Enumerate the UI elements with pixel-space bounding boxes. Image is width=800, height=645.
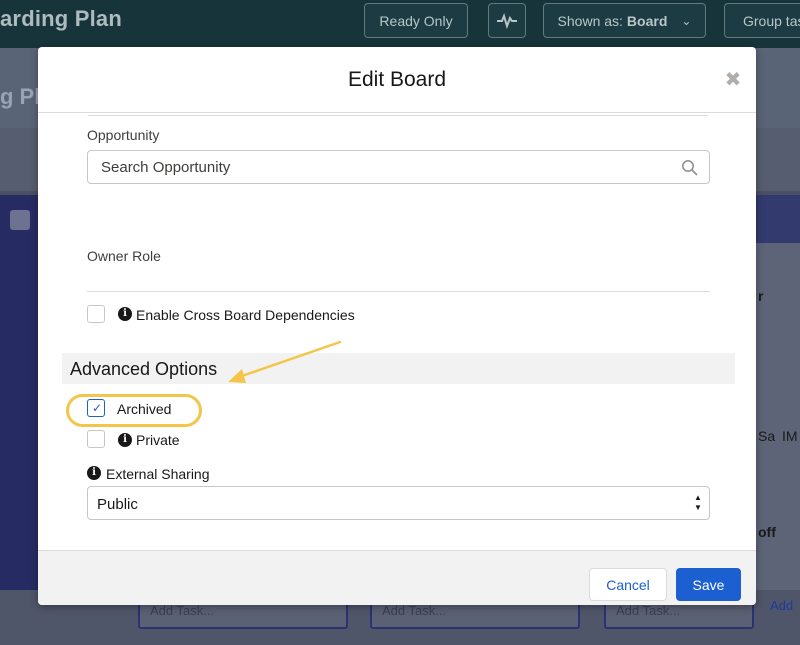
column-text: r <box>758 288 764 304</box>
info-icon[interactable]: i <box>87 466 101 480</box>
save-button[interactable]: Save <box>676 568 741 601</box>
info-icon[interactable]: i <box>118 307 132 321</box>
shown-as-value: Board <box>626 12 668 29</box>
app-header: arding Plan Ready Only Shown as: Board ⌄… <box>0 0 800 48</box>
modal-header: Edit Board ✖ <box>38 47 756 113</box>
group-tasks-button[interactable]: Group tas <box>724 3 800 38</box>
search-icon <box>682 160 698 176</box>
cross-board-label: Enable Cross Board Dependencies <box>136 307 355 323</box>
external-sharing-label: External Sharing <box>106 466 210 482</box>
annotation-arrow-icon <box>228 340 342 383</box>
archived-label: Archived <box>117 401 172 417</box>
add-task-link[interactable]: Add <box>770 598 793 613</box>
activity-button[interactable] <box>488 3 526 38</box>
select-arrows-icon: ▲ ▼ <box>694 493 702 512</box>
cross-board-checkbox[interactable] <box>87 305 105 323</box>
column-text: Sa <box>758 428 776 444</box>
modal-body: Opportunity Owner Role i Enable Cross Bo… <box>38 113 756 550</box>
column-menu-button[interactable] <box>10 210 30 230</box>
edit-board-modal: Edit Board ✖ Opportunity Owner Role i En… <box>38 47 756 605</box>
opportunity-label: Opportunity <box>87 127 160 143</box>
opportunity-search[interactable] <box>87 150 710 184</box>
owner-role-field[interactable] <box>87 291 710 292</box>
shown-as-dropdown[interactable]: Shown as: Board ⌄ <box>543 3 706 38</box>
ready-only-button[interactable]: Ready Only <box>364 3 468 38</box>
column-text: IM <box>782 428 798 444</box>
chevron-down-icon: ⌄ <box>681 13 692 28</box>
checkmark-icon: ✓ <box>92 401 103 415</box>
shown-as-label: Shown as: <box>557 12 623 29</box>
modal-footer: Cancel Save <box>38 550 756 605</box>
advanced-options-title: Advanced Options <box>70 359 218 379</box>
cancel-button[interactable]: Cancel <box>589 568 667 601</box>
section-divider <box>88 113 708 116</box>
external-sharing-value: Public <box>97 496 138 513</box>
private-label: Private <box>136 432 180 448</box>
close-icon[interactable]: ✖ <box>722 69 744 91</box>
opportunity-search-input[interactable] <box>88 151 668 183</box>
info-icon[interactable]: i <box>118 433 132 447</box>
archived-checkbox[interactable]: ✓ <box>87 399 105 417</box>
app-title: arding Plan <box>0 6 122 31</box>
external-sharing-select[interactable]: Public ▲ ▼ <box>87 486 710 520</box>
board-column-left <box>0 195 38 590</box>
column-text: off <box>758 524 776 540</box>
modal-title: Edit Board <box>347 68 447 91</box>
owner-role-label: Owner Role <box>87 248 161 264</box>
private-checkbox[interactable] <box>87 430 105 448</box>
advanced-options-section: Advanced Options <box>62 353 735 384</box>
pulse-icon <box>497 12 517 29</box>
